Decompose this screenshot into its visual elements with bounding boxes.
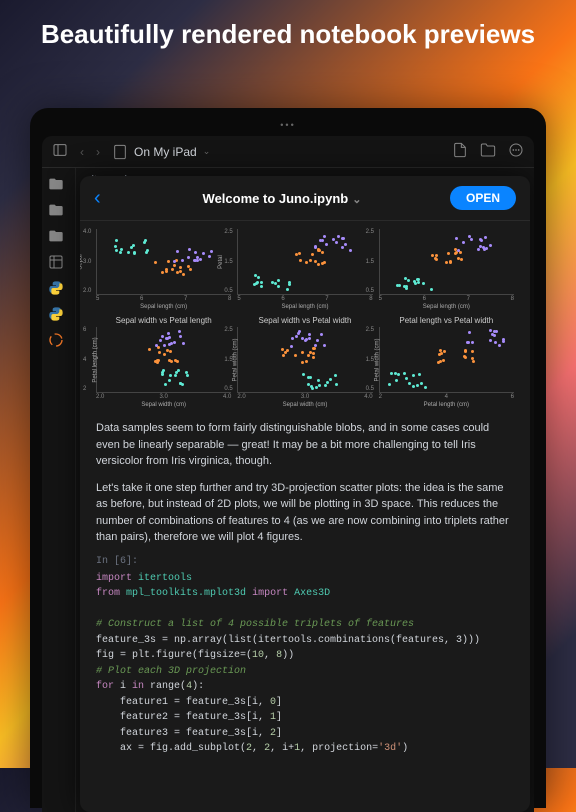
sidebar-item[interactable] xyxy=(48,202,69,218)
modal-header: ‹ Welcome to Juno.ipynb⌄ OPEN xyxy=(80,176,530,221)
preview-modal: ‹ Welcome to Juno.ipynb⌄ OPEN Sepal4.03.… xyxy=(80,176,530,812)
sidebar-item-python[interactable] xyxy=(48,280,69,296)
mini-chart: Petal length vs Petal widthPetal width (… xyxy=(379,316,514,408)
cell-prompt: In [6]: xyxy=(96,556,514,567)
prose-paragraph: Let's take it one step further and try 3… xyxy=(96,480,514,546)
forward-icon[interactable]: › xyxy=(96,145,100,159)
mini-chart: Petal2.51.50.55678Sepal length (cm) xyxy=(237,229,372,310)
chart-grid: Sepal4.03.02.05678Sepal length (cm)Petal… xyxy=(96,229,514,408)
back-chevron-icon[interactable]: ‹ xyxy=(94,187,114,210)
toolbar: ‹ › On My iPad ⌄ xyxy=(42,136,534,168)
modal-body[interactable]: Sepal4.03.02.05678Sepal length (cm)Petal… xyxy=(80,221,530,812)
sidebar-item[interactable] xyxy=(48,228,69,244)
breadcrumb[interactable]: On My iPad ⌄ xyxy=(112,144,210,160)
new-file-icon[interactable] xyxy=(452,142,468,161)
sidebar-item-python[interactable] xyxy=(48,306,69,322)
mini-chart: Sepal width vs Petal widthPetal width (c… xyxy=(237,316,372,408)
mini-chart: Sepal width vs Petal lengthPetal length … xyxy=(96,316,231,408)
hero-title: Beautifully rendered notebook previews xyxy=(0,0,576,67)
sidebar-toggle-icon[interactable] xyxy=(52,142,68,161)
prose-paragraph: Data samples seem to form fairly disting… xyxy=(96,420,514,470)
modal-title: Welcome to Juno.ipynb⌄ xyxy=(114,191,450,206)
mini-chart: 2.51.50.55678Sepal length (cm) xyxy=(379,229,514,310)
open-button[interactable]: OPEN xyxy=(450,186,516,210)
new-folder-icon[interactable] xyxy=(480,142,496,161)
chevron-down-icon[interactable]: ⌄ xyxy=(352,194,361,206)
device-dots: ••• xyxy=(42,120,534,130)
back-icon[interactable]: ‹ xyxy=(80,145,84,159)
more-icon[interactable] xyxy=(508,142,524,161)
sidebar xyxy=(42,168,76,812)
app-window: ‹ › On My iPad ⌄ xyxy=(42,136,534,812)
sidebar-item[interactable] xyxy=(48,176,69,192)
sidebar-item-jupyter[interactable] xyxy=(48,332,69,348)
code-block: import itertools from mpl_toolkits.mplot… xyxy=(96,571,514,757)
breadcrumb-label: On My iPad xyxy=(134,145,197,159)
chevron-down-icon: ⌄ xyxy=(203,146,211,157)
device-frame: ••• ‹ › On My iPad ⌄ xyxy=(30,108,546,808)
mini-chart: Sepal4.03.02.05678Sepal length (cm) xyxy=(96,229,231,310)
sidebar-item[interactable] xyxy=(48,254,69,270)
